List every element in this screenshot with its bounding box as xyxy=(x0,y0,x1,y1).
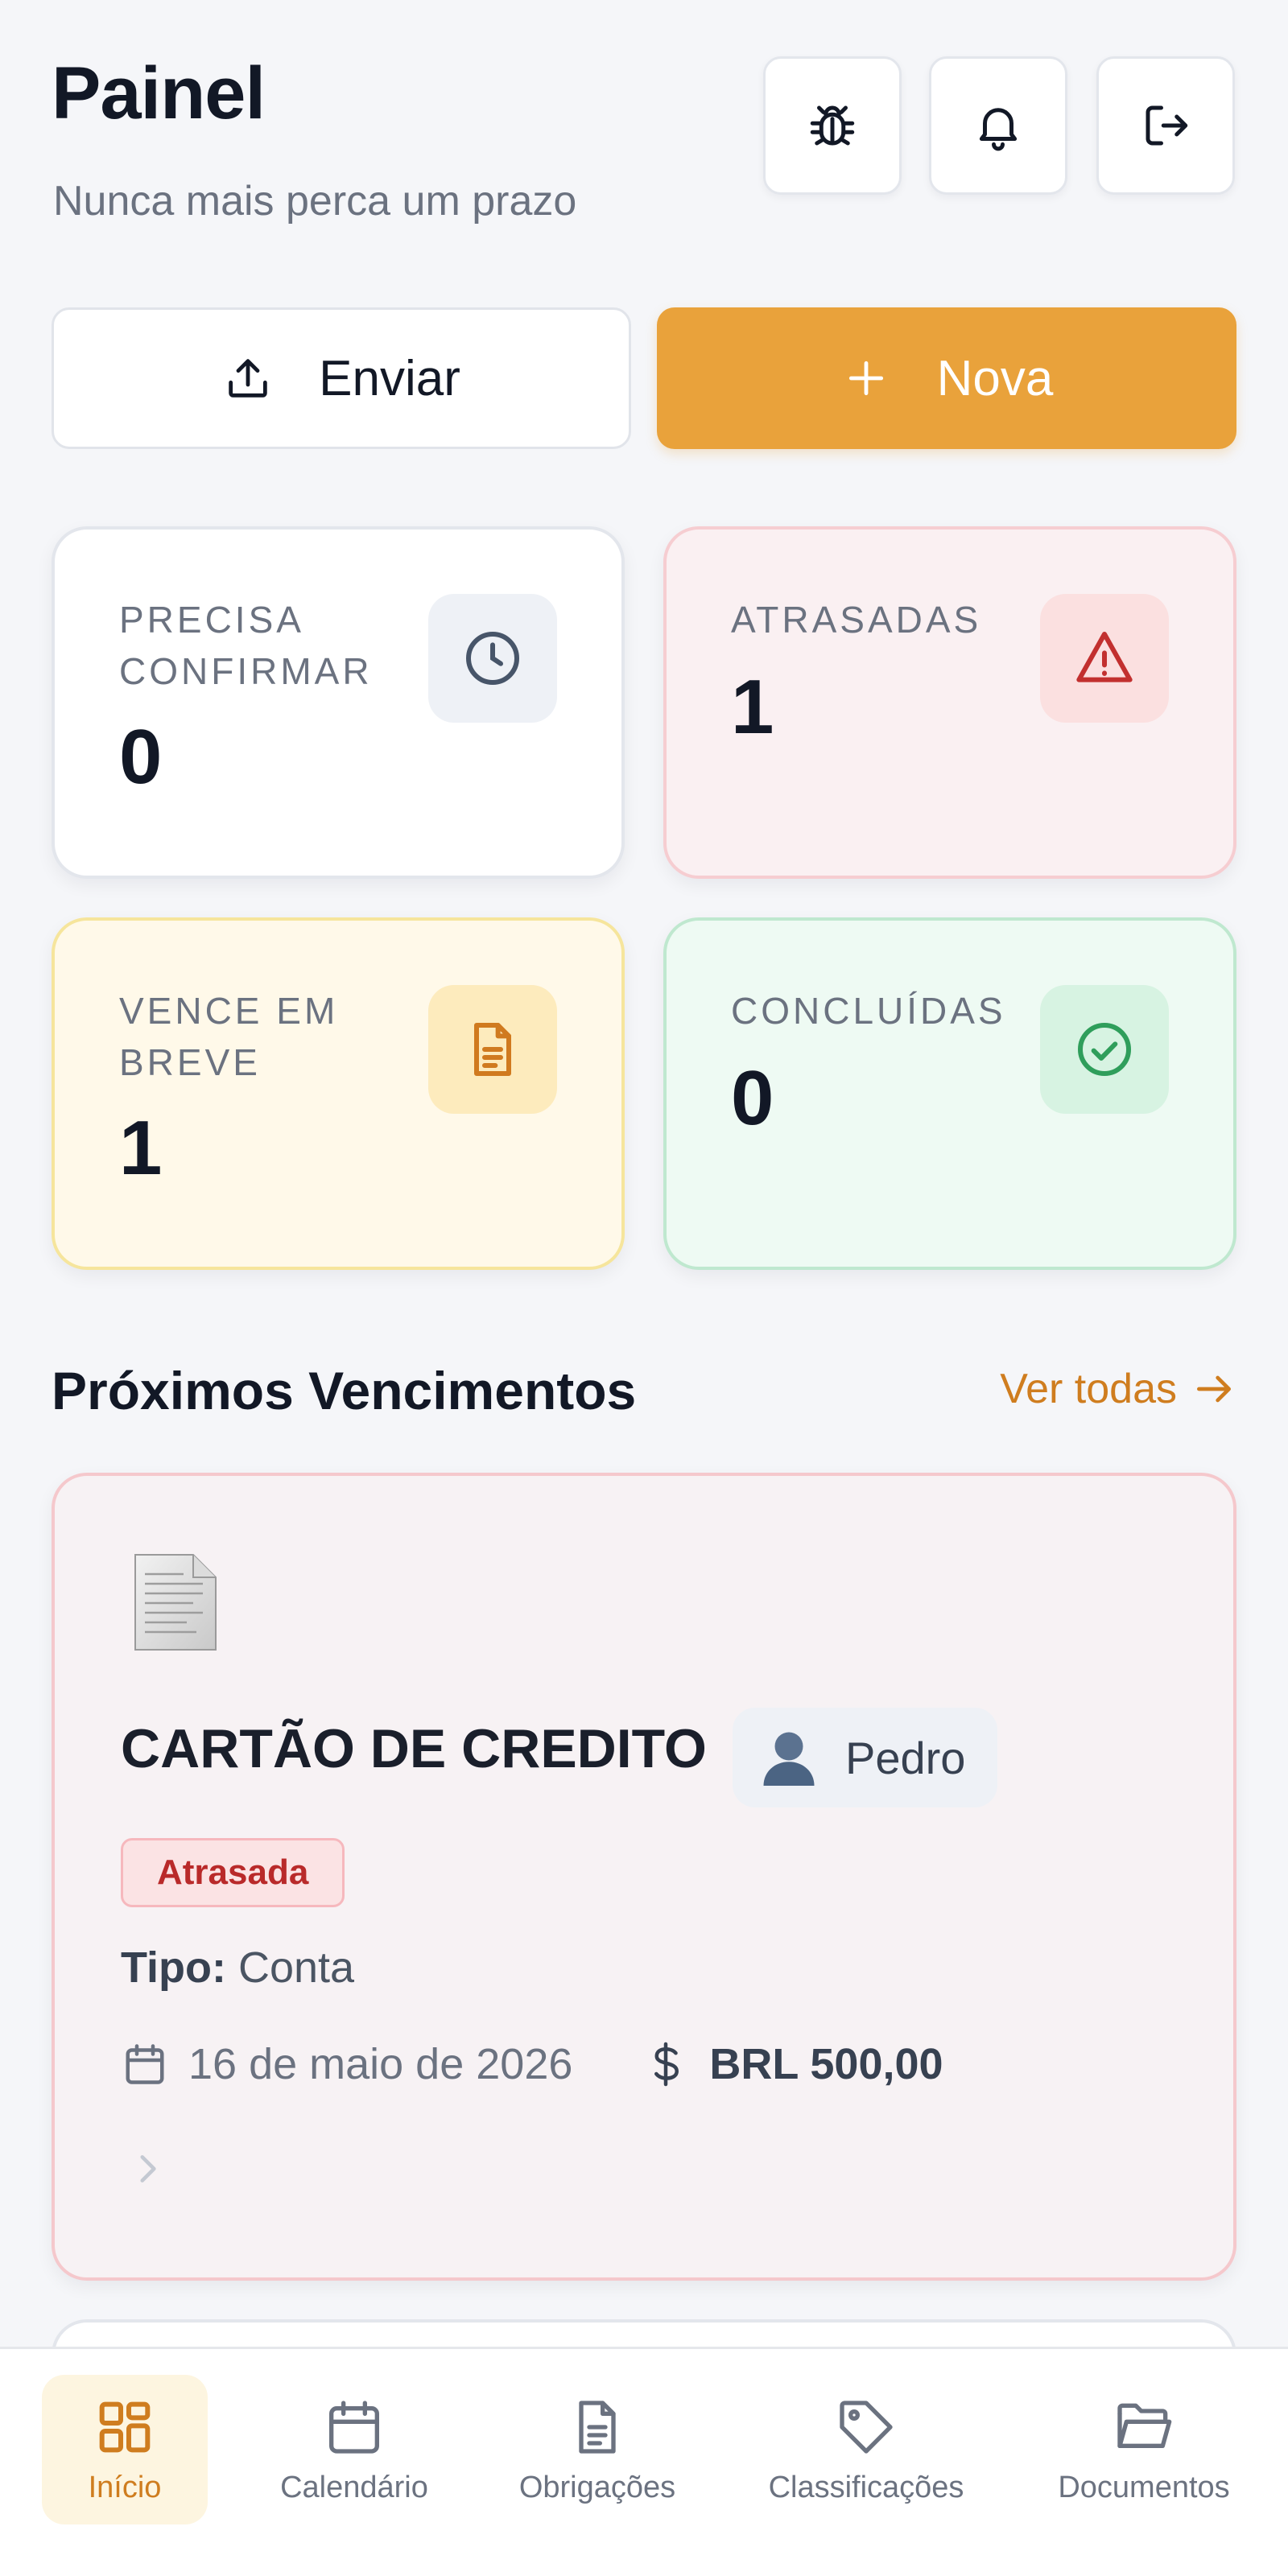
folder-icon xyxy=(1117,2403,1172,2448)
warning-icon xyxy=(1076,632,1133,682)
stat-card-due-soon[interactable]: VENCE EM BREVE 1 xyxy=(52,917,625,1270)
stat-value: 1 xyxy=(119,1105,163,1191)
nav-label: Classificações xyxy=(768,2470,964,2504)
obligation-card[interactable]: CARTÃO DE CREDITO Pedro Atrasada Tipo: C… xyxy=(52,1473,1236,2281)
dashboard-page: Painel Nunca mais perca um prazo Enviar … xyxy=(0,0,1288,2576)
stat-value: 0 xyxy=(731,1055,774,1141)
type-key: Tipo: xyxy=(121,1943,226,1992)
owner-chip: Pedro xyxy=(733,1708,998,1807)
due-date: 16 de maio de 2026 xyxy=(188,2040,573,2088)
see-all-label: Ver todas xyxy=(1000,1366,1177,1412)
grid-icon xyxy=(99,2401,151,2452)
stat-badge xyxy=(428,985,557,1114)
nav-item-classifications[interactable]: Classificações xyxy=(753,2375,979,2524)
see-all-link[interactable]: Ver todas xyxy=(1000,1365,1236,1413)
plus-icon xyxy=(848,361,883,396)
stat-card-completed[interactable]: CONCLUÍDAS 0 xyxy=(663,917,1236,1270)
status-badge: Atrasada xyxy=(121,1838,345,1907)
nav-label: Início xyxy=(88,2470,162,2504)
amount-group: BRL 500,00 xyxy=(642,2039,943,2089)
stat-label: VENCE EM BREVE xyxy=(119,990,339,1083)
obligation-name: CARTÃO DE CREDITO xyxy=(121,1718,707,1779)
stat-badge xyxy=(1040,594,1169,723)
document-icon xyxy=(579,2400,616,2454)
owner-name: Pedro xyxy=(845,1732,966,1783)
nav-item-home[interactable]: Início xyxy=(42,2375,208,2524)
stat-label: PRECISA CONFIRMAR xyxy=(119,599,373,692)
type-line: Tipo: Conta xyxy=(121,1943,354,1993)
check-circle-icon xyxy=(1078,1023,1131,1076)
nav-item-documents[interactable]: Documentos xyxy=(1038,2375,1249,2524)
nav-item-obligations[interactable]: Obrigações xyxy=(506,2375,689,2524)
nav-label: Calendário xyxy=(280,2470,428,2504)
bell-icon xyxy=(979,108,1018,151)
stat-card-late[interactable]: ATRASADAS 1 xyxy=(663,526,1236,879)
logout-icon xyxy=(1146,105,1188,146)
bug-report-button[interactable] xyxy=(763,56,902,195)
clock-icon xyxy=(466,632,519,685)
nav-item-calendar[interactable]: Calendário xyxy=(266,2375,443,2524)
bottom-nav: Início Calendário Obrigações Classificaç… xyxy=(0,2347,1288,2576)
calendar-icon xyxy=(126,2044,164,2084)
stat-card-needs-confirm[interactable]: PRECISA CONFIRMAR 0 xyxy=(52,526,625,879)
stat-badge xyxy=(428,594,557,723)
stat-value: 0 xyxy=(119,714,163,800)
notifications-button[interactable] xyxy=(929,56,1067,195)
calendar-icon xyxy=(329,2400,380,2454)
dollar-icon xyxy=(654,2042,679,2087)
person-icon xyxy=(763,1732,815,1786)
meta-line: 16 de maio de 2026 BRL 500,00 xyxy=(121,2039,943,2089)
new-button-label: Nova xyxy=(936,350,1054,406)
page-subtitle: Nunca mais perca um prazo xyxy=(53,178,577,225)
arrow-right-icon xyxy=(1197,1375,1231,1403)
tag-icon xyxy=(840,2400,893,2454)
document-thumbnail-icon xyxy=(134,1554,217,1651)
send-button-label: Enviar xyxy=(319,350,460,406)
chevron-right-icon[interactable] xyxy=(127,2149,167,2189)
bug-icon xyxy=(810,105,855,146)
header: Painel Nunca mais perca um prazo xyxy=(52,56,1236,225)
upload-icon xyxy=(229,359,267,398)
amount: BRL 500,00 xyxy=(709,2040,943,2088)
send-button[interactable]: Enviar xyxy=(52,307,631,449)
stat-label: ATRASADAS xyxy=(731,599,982,641)
new-button[interactable]: Nova xyxy=(657,307,1236,449)
nav-label: Obrigações xyxy=(518,2470,676,2504)
logout-button[interactable] xyxy=(1096,56,1235,195)
stat-label: CONCLUÍDAS xyxy=(731,990,1006,1032)
stat-value: 1 xyxy=(731,664,774,750)
nav-label: Documentos xyxy=(1058,2470,1230,2504)
stat-badge xyxy=(1040,985,1169,1114)
type-value: Conta xyxy=(237,1943,355,1992)
document-icon xyxy=(474,1023,511,1076)
section-title-upcoming: Próximos Vencimentos xyxy=(52,1361,637,1420)
